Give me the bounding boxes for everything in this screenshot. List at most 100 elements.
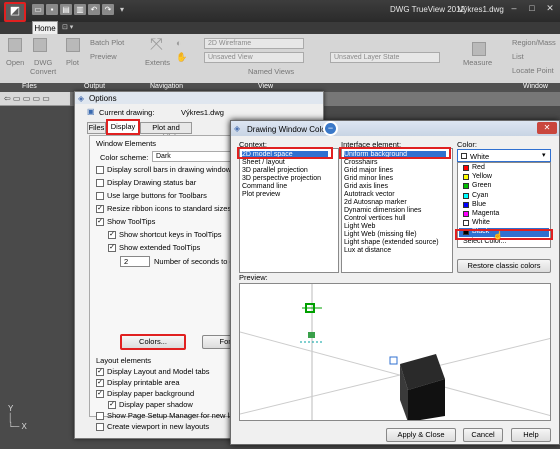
dwg-convert-label-2[interactable]: Convert bbox=[30, 67, 56, 76]
interface-element-item[interactable]: Light Web (missing file) bbox=[344, 231, 417, 239]
minimize-icon[interactable]: – bbox=[506, 2, 522, 15]
sub-checkbox-1[interactable]: ✓ bbox=[108, 244, 116, 252]
open-icon[interactable] bbox=[8, 38, 22, 52]
preview-label: Preview: bbox=[239, 273, 268, 282]
color-item[interactable]: Blue bbox=[459, 201, 549, 210]
plot-icon[interactable] bbox=[66, 38, 80, 52]
tab-options-icon[interactable]: ⊡ ▾ bbox=[62, 23, 73, 31]
layout-checkbox-5[interactable] bbox=[96, 423, 104, 431]
color-item[interactable]: White bbox=[459, 219, 549, 228]
interface-element-item[interactable]: Control vertices hull bbox=[344, 215, 405, 223]
layout-checkbox-1[interactable]: ✓ bbox=[96, 379, 104, 387]
checkbox-3[interactable]: ✓ bbox=[96, 205, 104, 213]
interface-element-item[interactable]: Light Web bbox=[344, 223, 375, 231]
cancel-button[interactable]: Cancel bbox=[463, 428, 503, 442]
measure-icon[interactable] bbox=[472, 42, 486, 56]
layer-state-dropdown[interactable]: Unsaved Layer State bbox=[330, 52, 440, 63]
layout-checkbox-label-0: Display Layout and Model tabs bbox=[107, 367, 210, 376]
visual-style-dropdown[interactable]: 2D Wireframe bbox=[204, 38, 304, 49]
layout-checkbox-label-4: Show Page Setup Manager for new layout bbox=[107, 411, 248, 420]
restore-classic-colors-button[interactable]: Restore classic colors bbox=[457, 259, 551, 273]
context-item[interactable]: Command line bbox=[242, 183, 287, 191]
qat-redo-icon[interactable]: ↷ bbox=[102, 4, 114, 15]
application-menu-button[interactable]: ◩ bbox=[4, 2, 26, 22]
batch-plot-button[interactable]: Batch Plot bbox=[90, 38, 124, 47]
interface-element-item[interactable]: Grid major lines bbox=[344, 167, 393, 175]
color-swatch bbox=[463, 183, 469, 190]
layout-checkbox-0[interactable]: ✓ bbox=[96, 368, 104, 376]
interface-element-item[interactable]: Lux at distance bbox=[344, 247, 391, 255]
current-drawing-label: Current drawing: bbox=[99, 108, 155, 117]
ribbon: Open DWG Convert Plot Batch Plot Preview… bbox=[0, 34, 560, 84]
view-dropdown[interactable]: Unsaved View bbox=[204, 52, 304, 63]
context-item[interactable]: 3D perspective projection bbox=[242, 175, 321, 183]
context-list[interactable]: 2D model space Sheet / layout 3D parallel … bbox=[239, 148, 339, 273]
dwg-convert-icon[interactable] bbox=[33, 38, 47, 52]
region-mass-button[interactable]: Region/Mass bbox=[512, 38, 556, 47]
toolbar-icons[interactable]: ⇦ ▭ ▭ ▭ ▭ bbox=[4, 94, 50, 103]
open-label[interactable]: Open bbox=[6, 58, 24, 67]
qat-dropdown-icon[interactable]: ▾ bbox=[120, 5, 124, 14]
interface-element-item[interactable]: Crosshairs bbox=[344, 159, 377, 167]
measure-label[interactable]: Measure bbox=[463, 58, 492, 67]
tab-files[interactable]: Files bbox=[87, 122, 106, 134]
context-item[interactable]: Plot preview bbox=[242, 191, 280, 199]
color-item[interactable]: Green bbox=[459, 182, 549, 191]
help-button[interactable]: Help bbox=[511, 428, 551, 442]
close-icon[interactable]: ✕ bbox=[542, 2, 558, 15]
qat-open-icon[interactable]: ▭ bbox=[32, 4, 44, 15]
sub-checkbox-0[interactable]: ✓ bbox=[108, 231, 116, 239]
color-swatch bbox=[463, 201, 469, 208]
maximize-icon[interactable]: □ bbox=[524, 2, 540, 15]
checkbox-4[interactable]: ✓ bbox=[96, 218, 104, 226]
tab-display[interactable]: Display bbox=[106, 119, 140, 135]
qat-plot-icon[interactable]: ▥ bbox=[74, 4, 86, 15]
interface-element-item[interactable]: Light shape (extended source) bbox=[344, 239, 439, 247]
document-title: Výkres1.dwg bbox=[458, 5, 504, 14]
color-label: Color: bbox=[457, 140, 478, 149]
checkbox-2[interactable] bbox=[96, 192, 104, 200]
layout-checkbox-2[interactable]: ✓ bbox=[96, 390, 104, 398]
pan-icon[interactable]: ✋ bbox=[176, 52, 187, 63]
dwc-close-icon[interactable]: ✕ bbox=[537, 122, 557, 134]
interface-element-item[interactable]: 2d Autosnap marker bbox=[344, 199, 407, 207]
context-item[interactable]: 3D parallel projection bbox=[242, 167, 308, 175]
color-item[interactable]: Cyan bbox=[459, 192, 549, 201]
preview-button[interactable]: Preview bbox=[90, 52, 117, 61]
tab-home[interactable]: Home bbox=[32, 21, 58, 34]
color-item[interactable]: Red bbox=[459, 164, 549, 173]
color-select[interactable]: White ▾ bbox=[457, 149, 551, 162]
layout-checkbox-3[interactable]: ✓ bbox=[108, 401, 116, 409]
color-item[interactable]: Magenta bbox=[459, 210, 549, 219]
interface-element-item[interactable]: Autotrack vector bbox=[344, 191, 395, 199]
interface-element-item[interactable]: Dynamic dimension lines bbox=[344, 207, 421, 215]
named-views-button[interactable]: Named Views bbox=[248, 67, 294, 76]
drawing-window-colors-dialog: ◈ Drawing Window Colors − ✕ Context: 2D … bbox=[230, 120, 560, 445]
plot-label[interactable]: Plot bbox=[66, 58, 79, 67]
apply-close-button[interactable]: Apply & Close bbox=[386, 428, 456, 442]
list-button[interactable]: List bbox=[512, 52, 524, 61]
locate-point-button[interactable]: Locate Point bbox=[512, 66, 554, 75]
chevron-down-icon[interactable]: ▾ bbox=[542, 151, 546, 159]
layout-checkbox-4[interactable] bbox=[96, 412, 104, 420]
qat-save-icon[interactable]: ▪ bbox=[46, 4, 58, 15]
checkbox-label-1: Display Drawing status bar bbox=[107, 178, 197, 187]
color-item[interactable]: Yellow bbox=[459, 173, 549, 182]
checkbox-0[interactable] bbox=[96, 166, 104, 174]
color-scheme-label: Color scheme: bbox=[100, 153, 149, 162]
orbit-icon[interactable]: ◐ bbox=[176, 38, 181, 48]
context-item[interactable]: Sheet / layout bbox=[242, 159, 285, 167]
extents-icon[interactable]: ⤧ bbox=[150, 36, 163, 54]
qat-undo-icon[interactable]: ↶ bbox=[88, 4, 100, 15]
extents-label[interactable]: Extents bbox=[145, 58, 170, 67]
checkbox-1[interactable] bbox=[96, 179, 104, 187]
interface-element-item[interactable]: Grid minor lines bbox=[344, 175, 393, 183]
tooltip-delay-input[interactable]: 2 bbox=[120, 256, 150, 267]
color-item-label: Yellow bbox=[472, 173, 492, 181]
interface-element-list[interactable]: Uniform background Crosshairs Grid major l… bbox=[341, 148, 453, 273]
colors-button[interactable]: Colors... bbox=[120, 334, 186, 350]
interface-element-item[interactable]: Grid axis lines bbox=[344, 183, 388, 191]
tab-plot-and-publish[interactable]: Plot and Publish bbox=[140, 122, 192, 142]
dwg-convert-label-1[interactable]: DWG bbox=[34, 58, 52, 67]
qat-print-icon[interactable]: ▤ bbox=[60, 4, 72, 15]
